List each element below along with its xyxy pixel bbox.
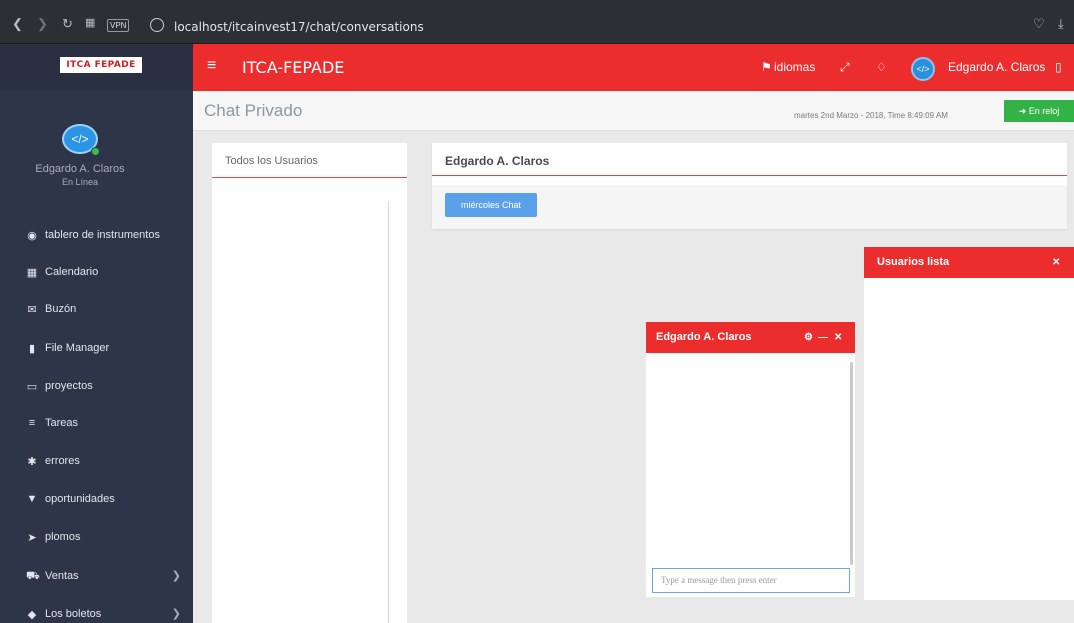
user-panel: </> Edgardo A. Claros En Línea xyxy=(0,91,193,209)
vpn-badge[interactable]: VPN xyxy=(107,19,130,32)
sidebar-item-label: Ventas xyxy=(45,570,79,582)
address-bar[interactable]: localhost/itcainvest17/chat/conversation… xyxy=(172,17,432,37)
scrollbar[interactable] xyxy=(850,362,853,565)
avatar[interactable]: </> xyxy=(911,57,935,81)
chat-button[interactable]: miércoles Chat xyxy=(445,193,537,217)
users-list-header: Usuarios lista ✕ xyxy=(864,247,1074,278)
bug-icon: ✱ xyxy=(27,456,37,468)
sidebar-item-tickets[interactable]: ◆ Los boletos ❯ xyxy=(0,597,193,623)
sidebar-item-label: tablero de instrumentos xyxy=(45,229,160,241)
chat-panel: Edgardo A. Claros miércoles Chat xyxy=(432,143,1067,229)
languages-menu[interactable]: idiomas xyxy=(774,60,815,74)
fullscreen-icon[interactable]: ⤢ xyxy=(840,60,850,75)
back-icon[interactable]: ❮ xyxy=(12,16,23,32)
reload-icon[interactable]: ↻ xyxy=(62,16,73,32)
sidebar-item-label: plomos xyxy=(45,531,81,543)
forward-icon[interactable]: ❯ xyxy=(37,16,48,32)
tasks-icon: ≡ xyxy=(28,417,36,429)
browser-toolbar: ❮ ❯ ↻ ▦ VPN localhost/itcainvest17/chat/… xyxy=(0,0,1074,44)
all-users-panel: Todos los Usuarios xyxy=(212,143,407,623)
sidebar-item-label: oportunidades xyxy=(45,493,115,505)
sidebar-item-label: Calendario xyxy=(45,266,99,278)
sign-in-icon: ➜ xyxy=(1018,106,1027,116)
users-list-box: Usuarios lista ✕ xyxy=(864,247,1074,600)
sidebar-item-sales[interactable]: ⛟ Ventas ❯ xyxy=(0,559,193,596)
sidebar: ITCA FEPADE </> Edgardo A. Claros En Lín… xyxy=(0,44,193,623)
flag-icon: ⚑ xyxy=(761,60,772,74)
bell-icon[interactable]: ♢ xyxy=(876,60,887,74)
chat-panel-title: Edgardo A. Claros xyxy=(445,154,550,168)
sidebar-item-dashboard[interactable]: ◉ tablero de instrumentos xyxy=(0,218,193,255)
sidebar-item-opportunities[interactable]: ▼ oportunidades xyxy=(0,482,193,519)
download-icon[interactable]: ⤓ xyxy=(1058,16,1064,32)
chat-window-header: Edgardo A. Claros ⚙ — ✕ xyxy=(646,322,855,353)
sidebar-item-leads[interactable]: ➤ plomos xyxy=(0,520,193,557)
hamburger-menu-icon[interactable]: ≡ xyxy=(207,57,216,75)
brand-title[interactable]: ITCA-FEPADE xyxy=(242,58,344,77)
chevron-right-icon: ❯ xyxy=(171,570,181,582)
sidebar-item-mailbox[interactable]: ✉ Buzón xyxy=(0,292,193,329)
sidebar-item-label: errores xyxy=(45,455,80,467)
users-list-title: Usuarios lista xyxy=(877,256,950,268)
ticket-icon: ◆ xyxy=(27,609,37,621)
send-icon: ➤ xyxy=(27,532,37,544)
file-icon: ▮ xyxy=(28,343,36,355)
scrollbar[interactable] xyxy=(388,201,389,623)
top-navbar: ≡ ITCA-FEPADE ⚑ idiomas ⤢ ♢ </> Edgardo … xyxy=(193,44,1074,91)
datetime-display: martes 2nd Marzo - 2018, Time 8:49:09 AM xyxy=(794,111,948,120)
folder-icon: ▭ xyxy=(26,381,38,393)
page-header: Chat Privado martes 2nd Marzo - 2018, Ti… xyxy=(193,91,1074,131)
divider xyxy=(212,177,407,178)
apps-grid-icon[interactable]: ▦ xyxy=(85,16,95,29)
divider xyxy=(432,175,1067,176)
minimize-icon[interactable]: — xyxy=(818,332,828,343)
filter-icon: ▼ xyxy=(26,493,38,505)
sidebar-item-label: File Manager xyxy=(45,342,110,354)
sidebar-item-label: Tareas xyxy=(45,417,79,429)
page-title: Chat Privado xyxy=(204,101,303,120)
message-input[interactable]: Type a message then press enter xyxy=(652,568,850,593)
user-menu[interactable]: Edgardo A. Claros xyxy=(948,60,1045,74)
sidebar-user-status: En Línea xyxy=(61,177,99,187)
sidebar-item-label: proyectos xyxy=(45,380,93,392)
online-status-dot xyxy=(91,147,100,156)
chat-window: Edgardo A. Claros ⚙ — ✕ Type a message t… xyxy=(646,322,855,597)
heart-icon[interactable]: ♡ xyxy=(1033,16,1045,32)
envelope-icon: ✉ xyxy=(27,304,37,316)
sidebar-item-tasks[interactable]: ≡ Tareas xyxy=(0,406,193,443)
close-icon[interactable]: ✕ xyxy=(834,332,842,343)
dashboard-icon: ◉ xyxy=(27,230,37,242)
gear-icon[interactable]: ⚙ xyxy=(804,332,813,343)
sidebar-user-name: Edgardo A. Claros xyxy=(35,163,125,175)
close-icon[interactable]: ✕ xyxy=(1052,257,1060,268)
logo-area: ITCA FEPADE xyxy=(0,44,193,91)
calendar-icon: ▦ xyxy=(26,267,38,279)
clock-in-button[interactable]: ➜ En reloj xyxy=(1004,100,1074,122)
chat-panel-header: Edgardo A. Claros xyxy=(432,143,1067,185)
globe-icon xyxy=(150,18,164,32)
clock-in-label: En reloj xyxy=(1028,106,1060,116)
sidebar-item-calendar[interactable]: ▦ Calendario xyxy=(0,255,193,292)
chevron-right-icon: ❯ xyxy=(171,608,181,620)
itca-fepade-logo[interactable]: ITCA FEPADE xyxy=(60,57,142,73)
chat-window-title: Edgardo A. Claros xyxy=(656,331,752,343)
sidebar-item-label: Los boletos xyxy=(45,608,102,620)
sidebar-item-projects[interactable]: ▭ proyectos xyxy=(0,369,193,406)
sidebar-item-label: Buzón xyxy=(45,303,77,315)
panel-title: Todos los Usuarios xyxy=(225,155,318,167)
sidebar-item-bugs[interactable]: ✱ errores xyxy=(0,444,193,481)
logout-icon[interactable]: ▯ xyxy=(1055,60,1062,74)
sidebar-item-file-manager[interactable]: ▮ File Manager xyxy=(0,331,193,368)
cart-icon: ⛟ xyxy=(26,570,40,582)
